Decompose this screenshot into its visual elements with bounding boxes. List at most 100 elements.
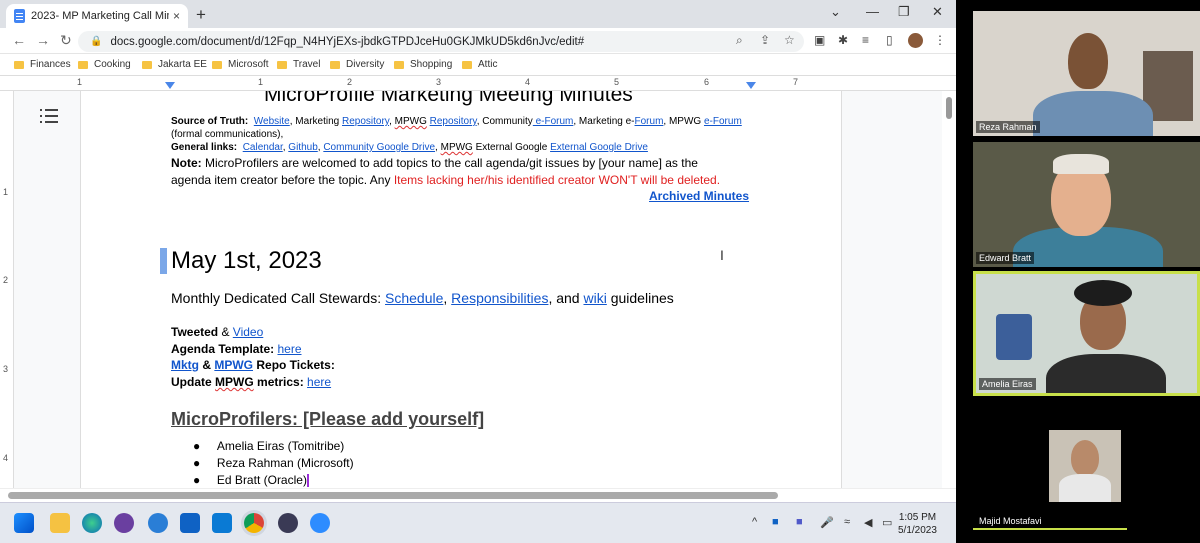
minimize-button[interactable]: — — [866, 4, 879, 19]
address-bar-row: ← → ↻ 🔒 docs.google.com/document/d/12Fqp… — [0, 28, 956, 54]
person-hair — [1053, 154, 1109, 174]
responsibilities-link[interactable]: Responsibilities — [451, 290, 548, 306]
text-cursor-icon: I — [720, 247, 724, 263]
edge-icon[interactable] — [82, 513, 102, 533]
zoom-icon[interactable]: ⌕ — [736, 33, 743, 48]
wifi-icon[interactable]: ≈ — [844, 516, 850, 528]
left-indent-marker[interactable] — [165, 82, 175, 89]
horizontal-ruler[interactable]: 1 1 2 3 4 5 6 7 — [0, 76, 956, 91]
volume-icon[interactable]: ◀ — [864, 516, 872, 529]
marketing-eforum-link[interactable]: Forum — [635, 116, 664, 127]
archived-minutes-link[interactable]: Archived Minutes — [649, 189, 749, 203]
app-icon[interactable] — [278, 513, 298, 533]
share-icon[interactable]: ⇪ — [760, 33, 770, 47]
folder-icon — [462, 60, 472, 69]
github-link[interactable]: Github — [288, 142, 317, 153]
url-input[interactable]: 🔒 docs.google.com/document/d/12Fqp_N4HYj… — [78, 31, 804, 52]
scroll-thumb[interactable] — [946, 97, 952, 119]
back-icon[interactable]: ← — [12, 32, 26, 48]
side-panel-icon[interactable]: ▯ — [886, 33, 893, 47]
video-tile[interactable]: Majid Mostafavi — [973, 400, 1200, 530]
tab-active[interactable]: 2023- MP Marketing Call Minute × — [6, 4, 188, 28]
forward-icon[interactable]: → — [36, 32, 50, 48]
ruler-number: 4 — [525, 77, 531, 87]
schedule-link[interactable]: Schedule — [385, 290, 443, 306]
tab-bar: 2023- MP Marketing Call Minute × + ⌄ — ❐… — [0, 0, 956, 28]
document-canvas[interactable]: MicroProfile Marketing Meeting Minutes S… — [14, 91, 942, 488]
wiki-link[interactable]: wiki — [583, 290, 606, 306]
zoom-icon[interactable] — [310, 513, 330, 533]
clock[interactable]: 1:05 PM 5/1/2023 — [898, 511, 937, 537]
close-window-button[interactable]: ✕ — [932, 4, 943, 20]
outlook-icon[interactable] — [180, 513, 200, 533]
person-face — [1068, 33, 1108, 89]
bookmark-star-icon[interactable]: ☆ — [784, 33, 795, 47]
reload-icon[interactable]: ↻ — [60, 32, 72, 49]
new-tab-button[interactable]: + — [196, 5, 206, 25]
vscode-icon[interactable] — [212, 513, 232, 533]
ruler-number: 1 — [77, 77, 83, 87]
teams-tray-icon[interactable]: ■ — [796, 516, 803, 528]
ruler-number: 3 — [3, 364, 9, 374]
bookmarks-bar: Finances Cooking Jakarta EE Microsoft Tr… — [0, 54, 956, 76]
file-explorer-icon[interactable] — [50, 513, 70, 533]
folder-icon — [212, 60, 222, 69]
video-tile[interactable]: Reza Rahman — [973, 11, 1200, 136]
start-icon[interactable] — [14, 513, 34, 533]
repository-link[interactable]: Repository — [342, 116, 389, 127]
bookmark-folder[interactable]: Diversity — [330, 59, 384, 70]
bookmark-folder[interactable]: Travel — [277, 59, 320, 70]
bookmark-folder[interactable]: Microsoft — [212, 59, 269, 70]
windows-taskbar: ^ ■ ■ 🎤 ≈ ◀ ▭ 1:05 PM 5/1/2023 — [0, 502, 956, 543]
external-drive-link[interactable]: External Google Drive — [550, 142, 648, 153]
ruler-number: 2 — [3, 275, 9, 285]
calendar-link[interactable]: Calendar — [243, 142, 283, 153]
mpwg-repository-link[interactable]: Repository — [430, 116, 477, 127]
community-eforum-link[interactable]: e-Forum — [533, 116, 574, 127]
list-item: ● Amelia Eiras (Tomitribe) — [193, 439, 345, 453]
participant-name: Majid Mostafavi — [976, 515, 1045, 527]
battery-icon[interactable]: ▭ — [882, 516, 892, 529]
bookmark-folder[interactable]: Cooking — [78, 59, 131, 70]
agenda-here-link[interactable]: here — [277, 342, 301, 356]
menu-icon[interactable]: ⋮ — [934, 33, 946, 47]
mpwg-eforum-link[interactable]: e-Forum — [704, 116, 742, 127]
app-icon[interactable] — [148, 513, 168, 533]
video-link[interactable]: Video — [233, 325, 263, 339]
vertical-ruler[interactable]: 1 2 3 4 — [0, 91, 14, 488]
bookmark-folder[interactable]: Jakarta EE — [142, 59, 207, 70]
ruler-number: 1 — [3, 187, 9, 197]
document-outline-icon[interactable] — [40, 109, 58, 123]
microphone-icon[interactable]: 🎤 — [820, 516, 834, 529]
restore-button[interactable]: ❐ — [898, 4, 910, 20]
bookmark-folder[interactable]: Attic — [462, 59, 497, 70]
vertical-scrollbar[interactable] — [942, 91, 956, 488]
extensions-puzzle-icon[interactable]: ✱ — [838, 33, 848, 47]
right-indent-marker[interactable] — [746, 82, 756, 89]
horizontal-scrollbar[interactable] — [0, 488, 956, 502]
community-drive-link[interactable]: Community Google Drive — [323, 142, 435, 153]
github-desktop-icon[interactable] — [114, 513, 134, 533]
reading-list-icon[interactable]: ≡ — [862, 33, 869, 47]
tab-search-icon[interactable]: ⌄ — [830, 4, 841, 20]
tab-close-icon[interactable]: × — [173, 9, 180, 23]
extension-icon[interactable]: ▣ — [814, 33, 825, 47]
microprofilers-heading: MicroProfilers: [Please add yourself] — [171, 409, 485, 429]
mktg-link[interactable]: Mktg — [171, 358, 199, 372]
scroll-thumb[interactable] — [8, 492, 778, 499]
general-links-line: General links: Calendar, Github, Communi… — [171, 142, 648, 153]
document-page[interactable]: MicroProfile Marketing Meeting Minutes S… — [80, 91, 842, 488]
metrics-here-link[interactable]: here — [307, 375, 331, 389]
profile-avatar[interactable] — [908, 33, 923, 48]
outlook-tray-icon[interactable]: ■ — [772, 516, 779, 528]
mpwg-link[interactable]: MPWG — [214, 358, 253, 372]
folder-icon — [330, 60, 340, 69]
website-link[interactable]: Website — [254, 116, 290, 127]
bookmark-folder[interactable]: Shopping — [394, 59, 452, 70]
chrome-icon[interactable] — [244, 513, 264, 533]
bookmark-folder[interactable]: Finances — [14, 59, 71, 70]
tray-chevron-icon[interactable]: ^ — [752, 516, 757, 528]
video-tile-active-speaker[interactable]: Amelia Eiras — [973, 271, 1200, 396]
lock-icon: 🔒 — [90, 36, 103, 47]
video-tile[interactable]: Edward Bratt — [973, 142, 1200, 267]
